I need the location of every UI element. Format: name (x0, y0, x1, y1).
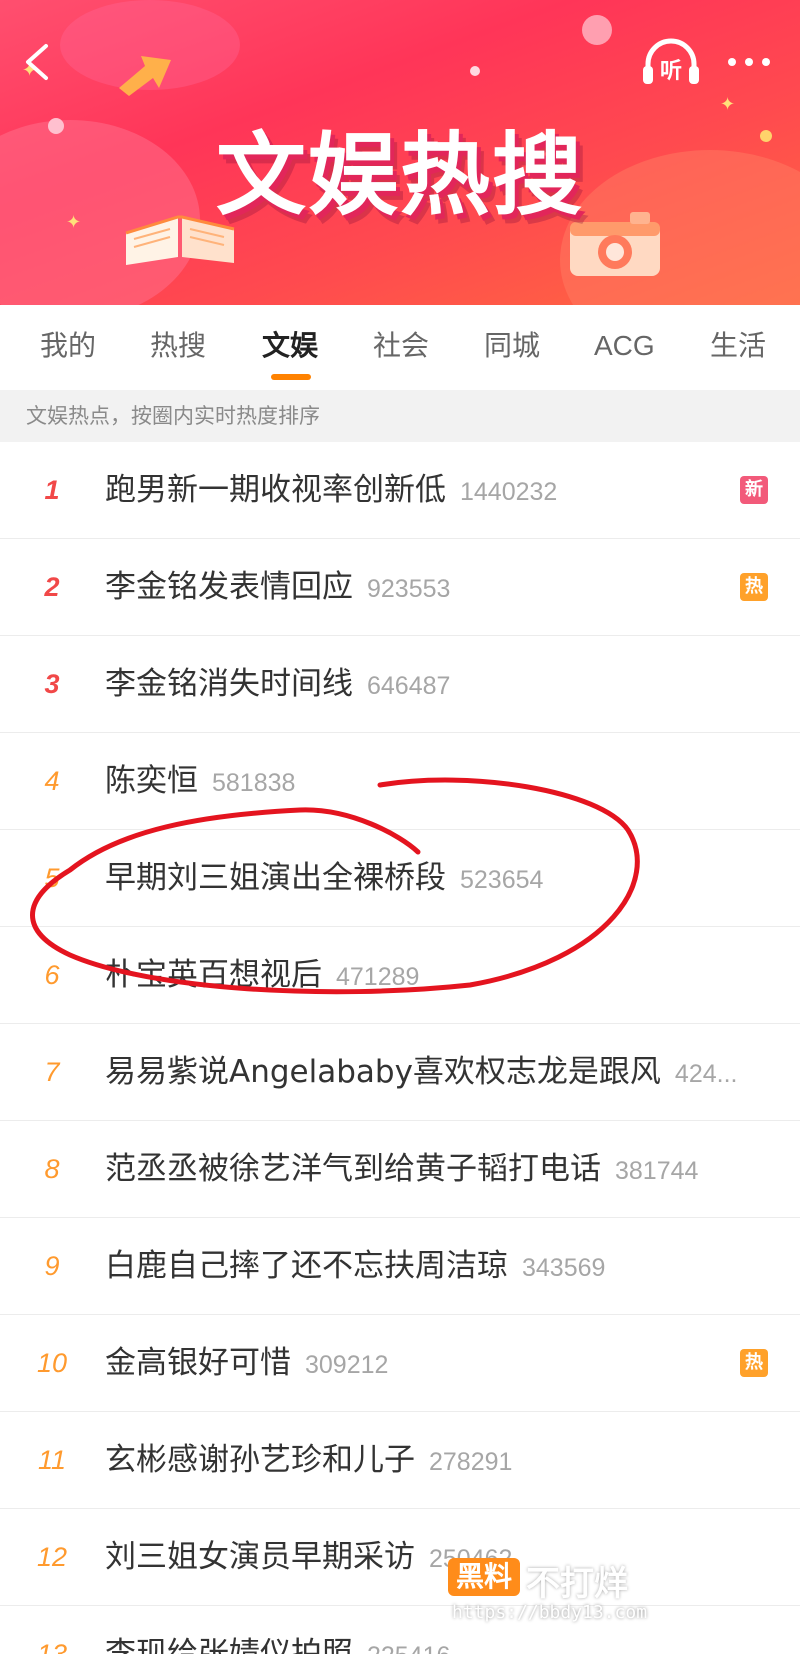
heat-count: 1440232 (460, 478, 558, 506)
hot-search-list: 1 跑男新一期收视率创新低 1440232 新 2 李金铭发表情回应 923553 热 3 李金铭… (0, 442, 800, 1654)
list-item[interactable]: 12 刘三姐女演员早期采访250462 (0, 1509, 800, 1606)
heat-count: 581838 (212, 769, 296, 797)
list-item[interactable]: 3 李金铭消失时间线 646487 (0, 636, 800, 733)
tab-life[interactable]: 生活 (710, 305, 766, 387)
rank-number: 13 (36, 1639, 68, 1654)
item-title: 白鹿自己摔了还不忘扶周洁琼 (105, 1248, 508, 1284)
rank-number: 11 (37, 1445, 67, 1475)
rank-number: 4 (44, 766, 60, 796)
item-text: 刘三姐女演员早期采访250462 (105, 1509, 765, 1605)
tab-society[interactable]: 社会 (373, 305, 429, 387)
item-title: 范丞丞被徐艺洋气到给黄子韬打电话 (105, 1151, 601, 1187)
hot-badge: 热 (740, 573, 768, 601)
item-text: 李金铭消失时间线 646487 (105, 636, 765, 732)
watermark-url: https://bbdy13.com (452, 1602, 648, 1623)
heat-count: 278291 (429, 1448, 513, 1476)
sparkle-icon (470, 66, 480, 76)
category-tabs: 我的 热搜 文娱 社会 同城 ACG 生活 (0, 305, 800, 387)
list-item[interactable]: 1 跑男新一期收视率创新低 1440232 新 (0, 442, 800, 539)
item-title: 跑男新一期收视率创新低 (105, 472, 446, 508)
rank-number: 6 (44, 960, 60, 990)
item-text: 李现给张婧仪拍照 225416 (105, 1606, 765, 1654)
heat-count: 343569 (522, 1254, 606, 1282)
item-title: 李金铭发表情回应 (105, 569, 353, 605)
item-title: 李金铭消失时间线 (105, 666, 353, 702)
arrow-decoration-icon (119, 56, 171, 96)
more-options-button[interactable] (724, 50, 774, 74)
heat-count: 225416 (367, 1642, 450, 1654)
listen-button[interactable]: 听 (640, 38, 702, 88)
page-title: 文娱热搜 (216, 123, 584, 228)
list-item[interactable]: 13 李现给张婧仪拍照 225416 (0, 1606, 800, 1654)
item-title: 玄彬感谢孙艺珍和儿子 (105, 1442, 415, 1478)
new-badge: 新 (740, 476, 768, 504)
listen-label: 听 (660, 59, 682, 84)
heat-count: 424... (674, 1060, 738, 1088)
active-tab-indicator (271, 374, 311, 380)
tab-acg[interactable]: ACG (594, 305, 655, 387)
item-title: 陈奕恒 (105, 763, 198, 799)
tab-local[interactable]: 同城 (484, 305, 540, 387)
list-item[interactable]: 10 金高银好可惜 309212 热 (0, 1315, 800, 1412)
heat-count: 646487 (367, 672, 451, 700)
rank-number: 12 (36, 1542, 68, 1572)
list-item[interactable]: 11 玄彬感谢孙艺珍和儿子 278291 (0, 1412, 800, 1509)
headphones-icon: 听 (643, 38, 699, 84)
rank-number: 8 (44, 1154, 60, 1184)
watermark-logo: 黑料 (448, 1558, 520, 1596)
list-description: 文娱热点，按圈内实时热度排序 (0, 390, 800, 442)
list-item[interactable]: 4 陈奕恒 581838 (0, 733, 800, 830)
rank-number: 3 (44, 669, 60, 699)
item-text: 跑男新一期收视率创新低 1440232 (105, 442, 765, 538)
tab-hot-search[interactable]: 热搜 (150, 305, 206, 387)
list-item[interactable]: 9 白鹿自己摔了还不忘扶周洁琼 343569 (0, 1218, 800, 1315)
rank-number: 9 (44, 1251, 60, 1281)
heat-count: 309212 (305, 1351, 389, 1379)
bubble-icon (582, 15, 612, 45)
item-text: 朴宝英百想视后 471289 (105, 927, 765, 1023)
list-item[interactable]: 8 范丞丞被徐艺洋气到给黄子韬打电话 381744 (0, 1121, 800, 1218)
item-title: 易易紫说Angelababy喜欢权志龙是跟风 (105, 1054, 661, 1090)
item-text: 范丞丞被徐艺洋气到给黄子韬打电话 381744 (105, 1121, 765, 1217)
item-title: 刘三姐女演员早期采访 (105, 1539, 415, 1575)
item-text: 易易紫说Angelababy喜欢权志龙是跟风 424... (105, 1024, 765, 1120)
heat-count: 381744 (615, 1157, 699, 1185)
watermark-text: 不打烊 (526, 1564, 628, 1604)
watermark: 黑料 不打烊 https://bbdy13.com (448, 1552, 648, 1632)
item-text: 白鹿自己摔了还不忘扶周洁琼 343569 (105, 1218, 765, 1314)
rank-number: 10 (36, 1348, 68, 1378)
item-text: 陈奕恒 581838 (105, 733, 765, 829)
item-text: 玄彬感谢孙艺珍和儿子 278291 (105, 1412, 765, 1508)
list-item[interactable]: 7 易易紫说Angelababy喜欢权志龙是跟风 424... (0, 1024, 800, 1121)
list-item[interactable]: 2 李金铭发表情回应 923553 热 (0, 539, 800, 636)
item-text: 李金铭发表情回应 923553 (105, 539, 765, 635)
rank-number: 5 (44, 863, 60, 893)
item-title: 早期刘三姐演出全裸桥段 (105, 860, 446, 896)
list-item[interactable]: 5 早期刘三姐演出全裸桥段 523654 (0, 830, 800, 927)
tab-mine[interactable]: 我的 (40, 305, 96, 387)
header-banner: ✦ ✦ ✦ 听 文娱热搜 (0, 0, 800, 305)
item-text: 早期刘三姐演出全裸桥段 523654 (105, 830, 765, 926)
item-text: 金高银好可惜 309212 (105, 1315, 765, 1411)
item-title: 李现给张婧仪拍照 (105, 1636, 353, 1654)
rank-number: 7 (44, 1057, 60, 1087)
rank-number: 2 (44, 572, 60, 602)
item-title: 朴宝英百想视后 (105, 957, 322, 993)
item-title: 金高银好可惜 (105, 1345, 291, 1381)
heat-count: 471289 (336, 963, 420, 991)
hot-badge: 热 (740, 1349, 768, 1377)
rank-number: 1 (44, 475, 60, 505)
back-button[interactable] (18, 40, 58, 84)
heat-count: 923553 (367, 575, 451, 603)
list-item[interactable]: 6 朴宝英百想视后 471289 (0, 927, 800, 1024)
heat-count: 523654 (460, 866, 544, 894)
